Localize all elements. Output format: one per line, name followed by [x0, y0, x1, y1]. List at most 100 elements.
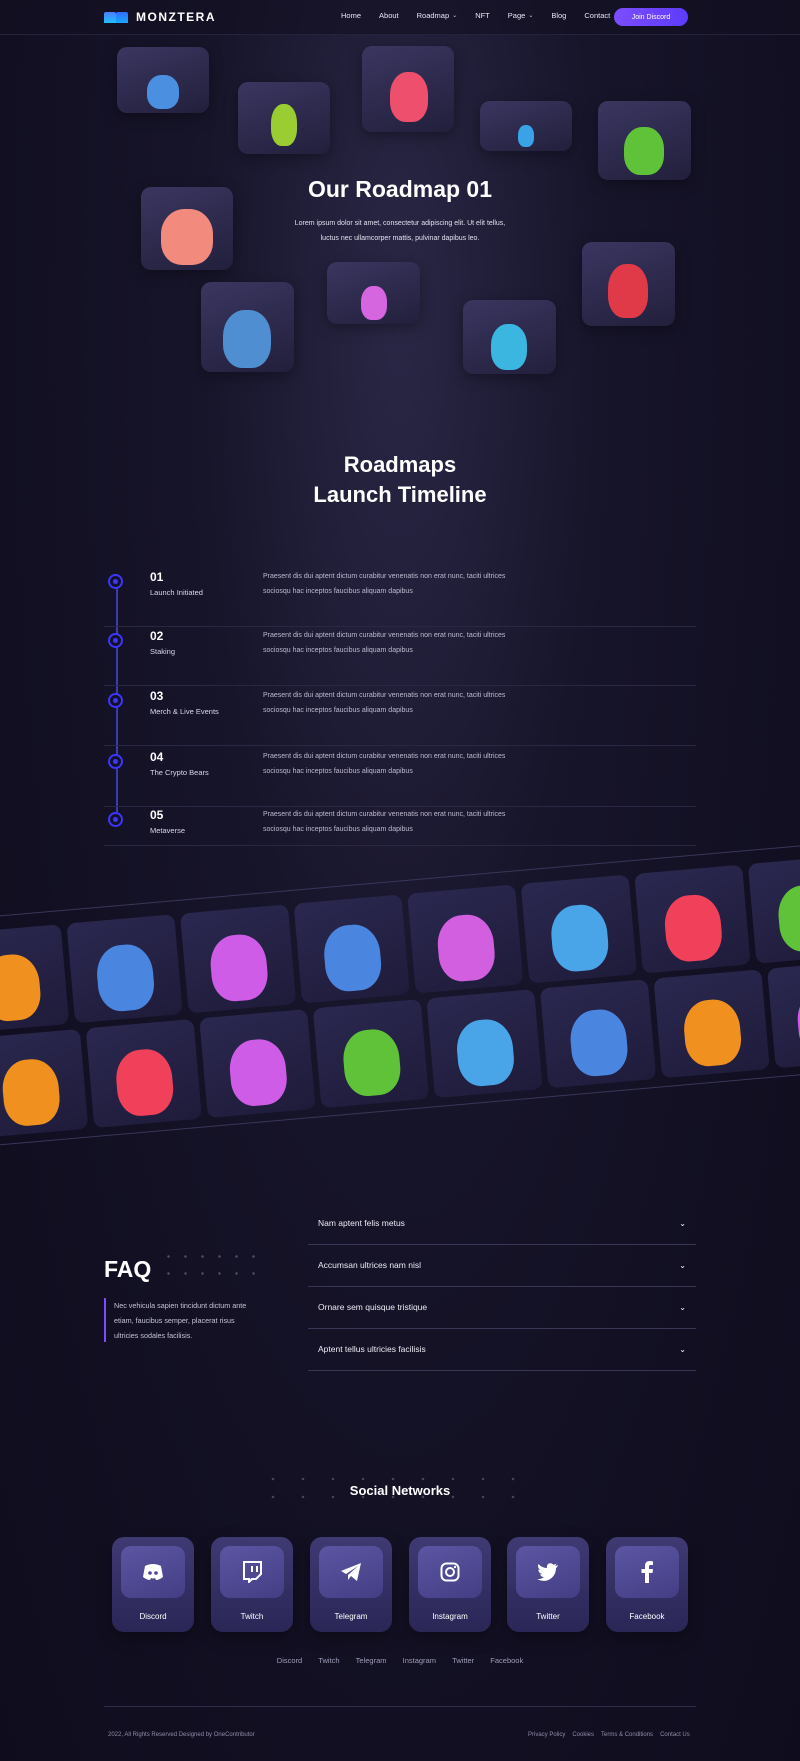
chevron-down-icon: ⌄: [679, 1344, 686, 1354]
contact-us-link[interactable]: Contact Us: [660, 1732, 690, 1738]
footer-link[interactable]: Twitter: [452, 1656, 474, 1665]
privacy-policy-link[interactable]: Privacy Policy: [528, 1732, 565, 1738]
faq-question-text: Nam aptent felis metus: [318, 1218, 405, 1228]
terms-link[interactable]: Terms & Conditions: [601, 1732, 653, 1738]
nft-card[interactable]: [767, 959, 800, 1069]
timeline-dot-icon: [108, 574, 123, 589]
nav-page-label: Page: [507, 11, 526, 20]
nav-roadmap[interactable]: Roadmap ⌄: [417, 11, 458, 20]
social-card-twitch[interactable]: Twitch: [211, 1537, 293, 1632]
decorative-dot-grid: [160, 1248, 260, 1282]
social-card-instagram[interactable]: Instagram: [409, 1537, 491, 1632]
timeline-label: Metaverse: [150, 826, 186, 835]
timeline-label: The Crypto Bears: [150, 768, 209, 777]
social-card-label: Instagram: [432, 1612, 468, 1621]
twitter-icon: [516, 1546, 580, 1598]
social-card-twitter[interactable]: Twitter: [507, 1537, 589, 1632]
faq-question-text: Ornare sem quisque tristique: [318, 1302, 428, 1312]
nft-card[interactable]: [199, 1009, 316, 1119]
social-card-label: Discord: [139, 1612, 167, 1621]
timeline-number: 02: [150, 629, 164, 643]
nft-card[interactable]: [312, 999, 430, 1109]
chevron-down-icon: ⌄: [528, 13, 534, 19]
cookies-link[interactable]: Cookies: [572, 1732, 594, 1738]
roadmap-title-line2: Launch Timeline: [313, 482, 487, 507]
monster-image: [624, 127, 664, 175]
social-card-discord[interactable]: Discord: [112, 1537, 194, 1632]
chevron-down-icon: ⌄: [679, 1260, 686, 1270]
social-card-telegram[interactable]: Telegram: [310, 1537, 392, 1632]
telegram-icon: [319, 1546, 383, 1598]
faq-question[interactable]: Aptent tellus ultricies facilisis ⌄: [308, 1328, 696, 1371]
faq-title: FAQ: [104, 1256, 152, 1282]
social-card-label: Twitter: [536, 1612, 560, 1621]
hero-nft-tile: [238, 82, 330, 154]
nft-card[interactable]: [747, 854, 800, 964]
hero-nft-tile: [327, 262, 420, 324]
join-discord-button[interactable]: Join Discord: [614, 8, 688, 26]
main-nav: Home About Roadmap ⌄ NFT Page ⌄ Blog Conta…: [341, 11, 610, 20]
nft-card[interactable]: [653, 969, 770, 1079]
timeline-number: 05: [150, 808, 164, 822]
chevron-down-icon: ⌄: [452, 13, 458, 19]
nft-card[interactable]: [520, 874, 638, 984]
timeline-description: Praesent dis dui aptent dictum curabitur…: [263, 811, 506, 833]
footer-social-links: Discord Twitch Telegram Instagram Twitte…: [0, 1656, 800, 1665]
nft-card[interactable]: [634, 864, 751, 974]
social-card-facebook[interactable]: Facebook: [606, 1537, 688, 1632]
nft-card[interactable]: [293, 894, 410, 1004]
hero-nft-tile: [201, 282, 294, 372]
timeline-description: Praesent dis dui aptent dictum curabitur…: [263, 573, 506, 595]
timeline-description: Praesent dis dui aptent dictum curabitur…: [263, 753, 506, 775]
nav-blog[interactable]: Blog: [551, 11, 566, 20]
monster-image: [161, 209, 213, 265]
nft-card[interactable]: [85, 1018, 202, 1129]
footer-link[interactable]: Telegram: [356, 1656, 387, 1665]
timeline-dot-icon: [108, 693, 123, 708]
twitch-icon: [220, 1546, 284, 1598]
faq-question[interactable]: Accumsan ultrices nam nisl ⌄: [308, 1244, 696, 1287]
discord-icon: [121, 1546, 185, 1598]
monster-image: [390, 72, 428, 122]
nft-card[interactable]: [180, 904, 297, 1014]
timeline-item: 05 Metaverse Praesent dis dui aptent dic…: [104, 804, 696, 846]
nft-card[interactable]: [0, 1028, 89, 1138]
monster-image: [147, 75, 179, 109]
monster-image: [608, 264, 648, 318]
timeline-dot-icon: [108, 633, 123, 648]
hero-nft-tile: [480, 101, 572, 151]
faq-question[interactable]: Nam aptent felis metus ⌄: [308, 1202, 696, 1245]
logo[interactable]: MONZTERA: [104, 10, 216, 24]
footer-link[interactable]: Instagram: [403, 1656, 436, 1665]
footer-link[interactable]: Discord: [277, 1656, 302, 1665]
nav-contact[interactable]: Contact: [584, 11, 610, 20]
nav-about[interactable]: About: [379, 11, 399, 20]
hero-nft-tile: [582, 242, 675, 326]
chevron-down-icon: ⌄: [679, 1302, 686, 1312]
faq-accent-bar: [104, 1298, 106, 1342]
timeline-description: Praesent dis dui aptent dictum curabitur…: [263, 692, 506, 714]
nft-card[interactable]: [407, 884, 524, 994]
nft-card[interactable]: [66, 914, 183, 1024]
hero-nft-tile: [463, 300, 556, 374]
nft-card[interactable]: [0, 924, 70, 1034]
faq-question[interactable]: Ornare sem quisque tristique ⌄: [308, 1286, 696, 1329]
faq-description: Nec vehicula sapien tincidunt dictum ant…: [114, 1301, 247, 1340]
monster-image: [491, 324, 527, 370]
timeline-number: 01: [150, 570, 164, 584]
nav-contact-label: Contact: [584, 11, 611, 20]
footer-link[interactable]: Twitch: [318, 1656, 339, 1665]
nav-blog-label: Blog: [551, 11, 567, 20]
nft-card[interactable]: [426, 989, 543, 1099]
nav-page[interactable]: Page ⌄: [508, 11, 534, 20]
monster-image: [223, 310, 271, 368]
monster-image: [518, 125, 534, 147]
footer-link[interactable]: Facebook: [490, 1656, 523, 1665]
nav-nft[interactable]: NFT: [475, 11, 490, 20]
nav-nft-label: NFT: [475, 11, 490, 20]
hero-title: Our Roadmap 01: [307, 176, 493, 202]
nav-home[interactable]: Home: [341, 11, 361, 20]
nft-card[interactable]: [539, 979, 657, 1089]
timeline-item: 02 Staking Praesent dis dui aptent dictu…: [104, 625, 696, 686]
timeline-number: 03: [150, 689, 164, 703]
